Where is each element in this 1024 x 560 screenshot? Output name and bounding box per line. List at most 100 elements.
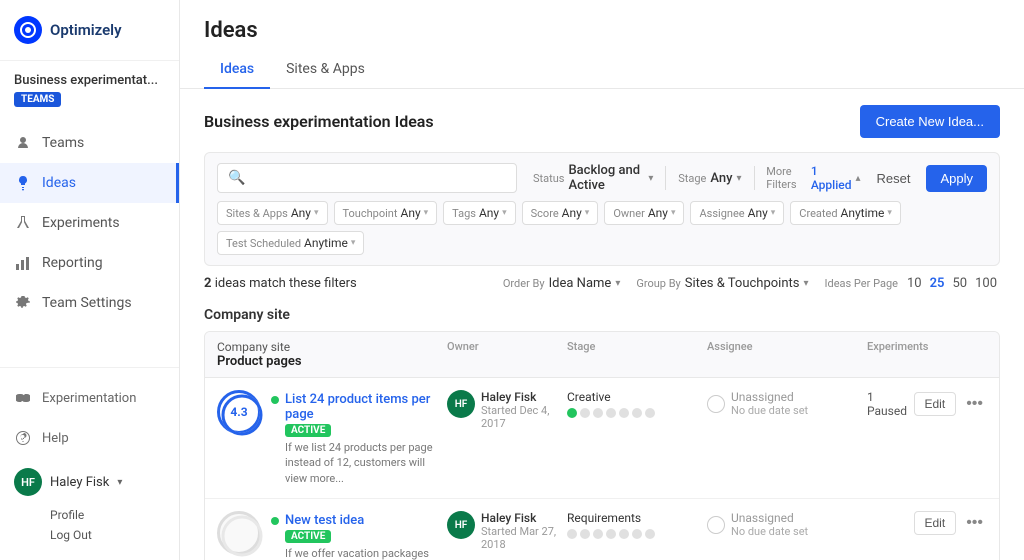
owner-date-2: Started Mar 27, 2018: [481, 525, 567, 551]
chevron-up-icon: ▴: [855, 173, 860, 184]
assignee-cell-2: Unassigned No due date set: [707, 511, 867, 538]
filter-row-2: Sites & Apps Any ▾ Touchpoint Any ▾ Tags…: [217, 201, 987, 255]
stage-value: Any: [710, 171, 732, 186]
main-body: Business experimentation Ideas Create Ne…: [180, 89, 1024, 560]
owner-avatar-2: HF: [447, 511, 475, 539]
assignee-note-2: No due date set: [731, 525, 808, 538]
sidebar-item-ideas-label: Ideas: [42, 175, 76, 191]
col-owner: Owner: [447, 340, 567, 369]
search-input[interactable]: [251, 171, 506, 186]
sidebar-item-experimentation[interactable]: Experimentation: [0, 378, 179, 418]
account-section: Business experimentat... TEAMS: [0, 61, 179, 119]
sidebar-item-ideas[interactable]: Ideas: [0, 163, 179, 203]
order-by-value: Idea Name: [549, 276, 612, 291]
sidebar-item-reporting[interactable]: Reporting: [0, 243, 179, 283]
filter-row-1: 🔍 Status Backlog and Active ▾ Stage Any …: [217, 163, 987, 193]
sidebar-item-experiments[interactable]: Experiments: [0, 203, 179, 243]
site-header-row: Company site Product pages Owner Stage A…: [205, 332, 999, 378]
chevron-down-icon: ▾: [615, 278, 620, 289]
content-title: Business experimentation Ideas: [204, 112, 434, 131]
stage-filter[interactable]: Stage Any ▾: [678, 171, 741, 186]
sidebar-item-help[interactable]: Help: [0, 418, 179, 458]
order-by-control[interactable]: Order By Idea Name ▾: [503, 276, 620, 291]
link-icon: [14, 389, 32, 407]
search-box[interactable]: 🔍: [217, 163, 517, 193]
user-name: Haley Fisk: [50, 475, 109, 490]
logo-icon: [14, 16, 42, 44]
table-row: 4.3 List 24 product items per page ACTIV…: [205, 378, 999, 499]
sidebar-item-teams[interactable]: Teams: [0, 123, 179, 163]
score-value: 4.3: [230, 405, 247, 419]
stage-name-1: Creative: [567, 390, 707, 404]
apply-button[interactable]: Apply: [926, 165, 987, 192]
logout-link[interactable]: Log Out: [50, 526, 165, 544]
more-filters[interactable]: More Filters 1 Applied ▴: [766, 164, 860, 192]
status-dot-2: [271, 517, 279, 525]
assignee-radio-1: [707, 395, 725, 413]
sidebar-item-team-settings[interactable]: Team Settings: [0, 283, 179, 323]
user-links: Profile Log Out: [0, 506, 179, 550]
stage-dot: [580, 529, 590, 539]
group-by-control[interactable]: Group By Sites & Touchpoints ▾: [636, 276, 808, 291]
status-filter[interactable]: Status Backlog and Active ▾: [533, 163, 653, 193]
idea-name-2[interactable]: New test idea: [285, 513, 447, 528]
stage-name-2: Requirements: [567, 511, 707, 525]
score-circle-2: [217, 511, 261, 555]
stage-dots-1: [567, 408, 707, 418]
edit-button-1[interactable]: Edit: [914, 392, 957, 416]
tab-sites-apps[interactable]: Sites & Apps: [270, 53, 381, 89]
per-page-100[interactable]: 100: [972, 276, 1000, 291]
sidebar-item-experimentation-label: Experimentation: [42, 391, 136, 406]
tab-ideas[interactable]: Ideas: [204, 53, 270, 89]
search-icon: 🔍: [228, 170, 245, 186]
owner-filter[interactable]: Owner Any ▾: [604, 201, 684, 225]
site-name: Product pages: [217, 354, 447, 369]
chevron-down-icon: ▾: [803, 278, 808, 289]
created-filter[interactable]: Created Anytime ▾: [790, 201, 901, 225]
stage-dot: [645, 529, 655, 539]
stage-label: Stage: [678, 172, 706, 185]
stage-cell-1: Creative: [567, 390, 707, 418]
ideas-count: 2: [204, 276, 211, 291]
logo-text: Optimizely: [50, 21, 122, 39]
touchpoint-filter[interactable]: Touchpoint Any ▾: [334, 201, 438, 225]
col-experiments: Experiments: [867, 340, 987, 369]
tabs: Ideas Sites & Apps: [204, 53, 1000, 88]
stage-dot: [645, 408, 655, 418]
sidebar-nav: Teams Ideas Experiments Reporting Team S…: [0, 119, 179, 367]
create-idea-button[interactable]: Create New Idea...: [860, 105, 1000, 138]
col-stage: Stage: [567, 340, 707, 369]
stage-dot: [567, 529, 577, 539]
row-actions-1: Edit •••: [914, 392, 988, 416]
results-count: 2 ideas match these filters: [204, 276, 357, 291]
per-page-10[interactable]: 10: [904, 276, 925, 291]
sidebar-item-team-settings-label: Team Settings: [42, 295, 132, 311]
order-by-label: Order By: [503, 277, 545, 290]
users-icon: [14, 134, 32, 152]
experiments-cell-1: 1 Paused Edit •••: [867, 390, 987, 418]
assignee-filter[interactable]: Assignee Any ▾: [690, 201, 784, 225]
stage-dot: [632, 408, 642, 418]
more-menu-button-2[interactable]: •••: [962, 512, 987, 534]
per-page-label: Ideas Per Page: [825, 277, 898, 290]
sidebar-item-experiments-label: Experiments: [42, 215, 120, 231]
assignee-cell-1: Unassigned No due date set: [707, 390, 867, 417]
test-scheduled-filter[interactable]: Test Scheduled Anytime ▾: [217, 231, 364, 255]
stage-dot: [567, 408, 577, 418]
assignee-name-2: Unassigned: [731, 511, 808, 525]
per-page-50[interactable]: 50: [949, 276, 970, 291]
sites-apps-filter[interactable]: Sites & Apps Any ▾: [217, 201, 328, 225]
page-title: Ideas: [204, 18, 1000, 43]
idea-name-1[interactable]: List 24 product items per page: [285, 392, 447, 422]
user-section[interactable]: HF Haley Fisk ▾: [0, 458, 179, 506]
profile-link[interactable]: Profile: [50, 506, 165, 524]
tags-filter[interactable]: Tags Any ▾: [443, 201, 515, 225]
reset-button[interactable]: Reset: [868, 165, 918, 192]
col-assignee: Assignee: [707, 340, 867, 369]
edit-button-2[interactable]: Edit: [914, 511, 957, 535]
group-by-label: Group By: [636, 277, 680, 290]
per-page-25[interactable]: 25: [927, 276, 948, 291]
assignee-radio-2: [707, 516, 725, 534]
more-menu-button-1[interactable]: •••: [962, 393, 987, 415]
score-filter[interactable]: Score Any ▾: [522, 201, 599, 225]
